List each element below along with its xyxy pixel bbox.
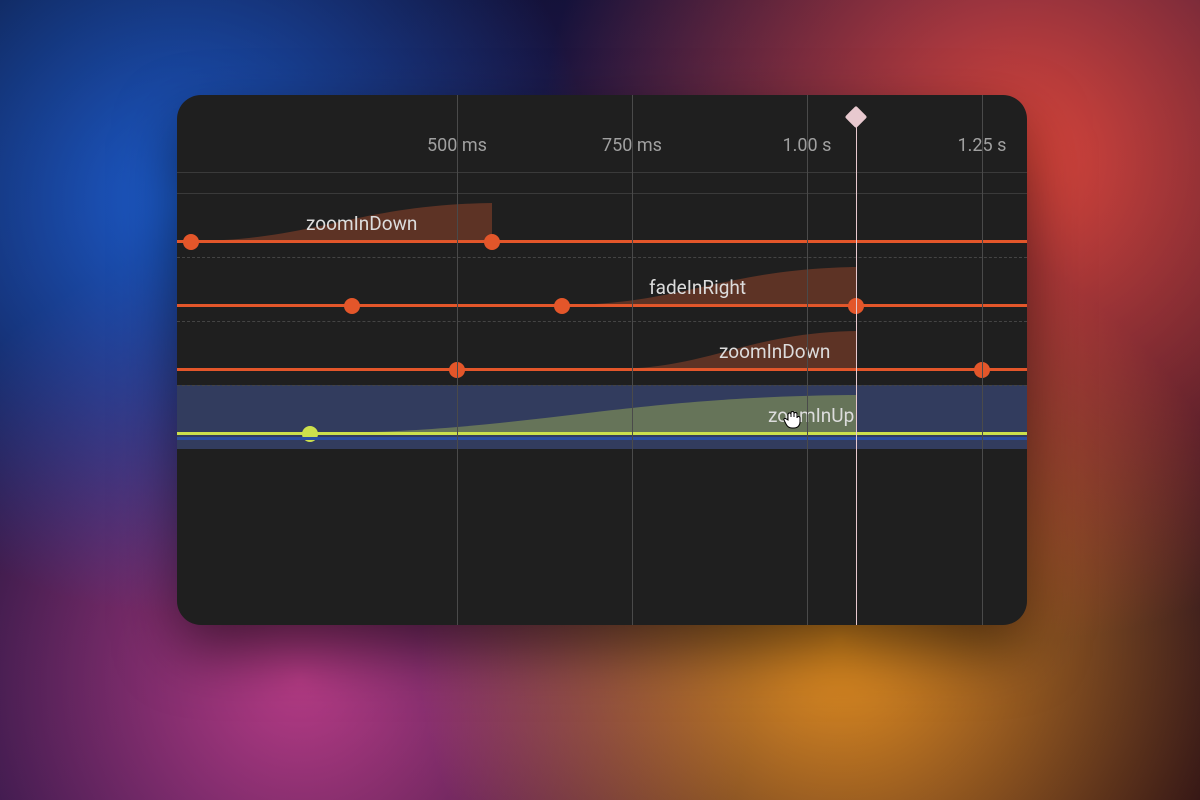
keyframe[interactable]	[554, 298, 570, 314]
track-label: zoomInDown	[719, 340, 830, 363]
keyframe[interactable]	[183, 234, 199, 250]
track-separator	[177, 193, 1027, 194]
time-ruler[interactable]: 500 ms750 ms1.00 s1.25 s1.50 s	[177, 95, 1027, 173]
timeline-track[interactable]: zoomInDown	[177, 193, 1027, 257]
gridline	[982, 95, 983, 625]
keyframe[interactable]	[344, 298, 360, 314]
timeline-track[interactable]: fadeInRight	[177, 257, 1027, 321]
gridline	[807, 95, 808, 625]
gridline	[457, 95, 458, 625]
track-label: fadeInRight	[649, 276, 746, 299]
tracks-container: zoomInDown fadeInRight zoomInDown zoomInUp	[177, 173, 1027, 625]
keyframe[interactable]	[484, 234, 500, 250]
timeline-panel: 500 ms750 ms1.00 s1.25 s1.50 s zoomInDow…	[177, 95, 1027, 625]
keyframe[interactable]	[302, 426, 318, 442]
gridline	[632, 95, 633, 625]
track-line[interactable]	[177, 368, 1027, 371]
track-separator	[177, 385, 1027, 386]
track-label: zoomInDown	[306, 212, 417, 235]
track-label: zoomInUp	[768, 404, 854, 427]
playhead-line[interactable]	[856, 117, 857, 625]
timeline-track[interactable]: zoomInUp	[177, 385, 1027, 449]
track-separator	[177, 321, 1027, 322]
timeline-track[interactable]: zoomInDown	[177, 321, 1027, 385]
track-separator	[177, 257, 1027, 258]
